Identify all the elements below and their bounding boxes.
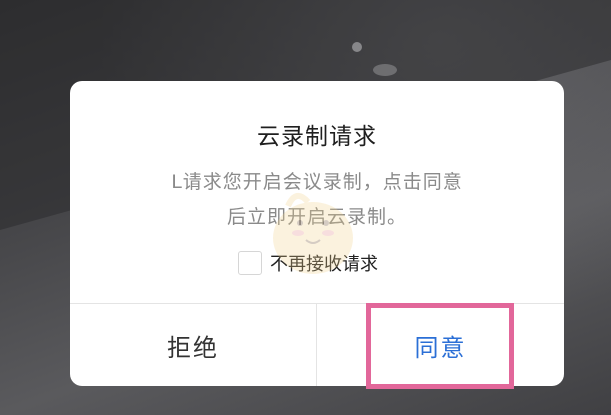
dialog-title: 云录制请求 xyxy=(257,124,377,150)
dont-receive-again-checkbox[interactable] xyxy=(238,251,262,275)
agree-button[interactable]: 同意 xyxy=(317,304,564,386)
dont-receive-again-label[interactable]: 不再接收请求 xyxy=(270,250,378,276)
dont-receive-again-option[interactable]: 不再接收请求 xyxy=(238,249,378,277)
dialog-message: L请求您开启会议录制，点击同意 后立即开启云录制。 xyxy=(130,165,504,235)
decline-button[interactable]: 拒绝 xyxy=(70,304,316,386)
dialog-message-line-1: L请求您开启会议录制，点击同意 xyxy=(171,171,463,193)
cloud-recording-request-dialog: 云录制请求 L请求您开启会议录制，点击同意 后立即开启云录制。 不再接收请求 拒… xyxy=(70,81,564,386)
dialog-message-line-2: 后立即开启云录制。 xyxy=(226,206,407,228)
